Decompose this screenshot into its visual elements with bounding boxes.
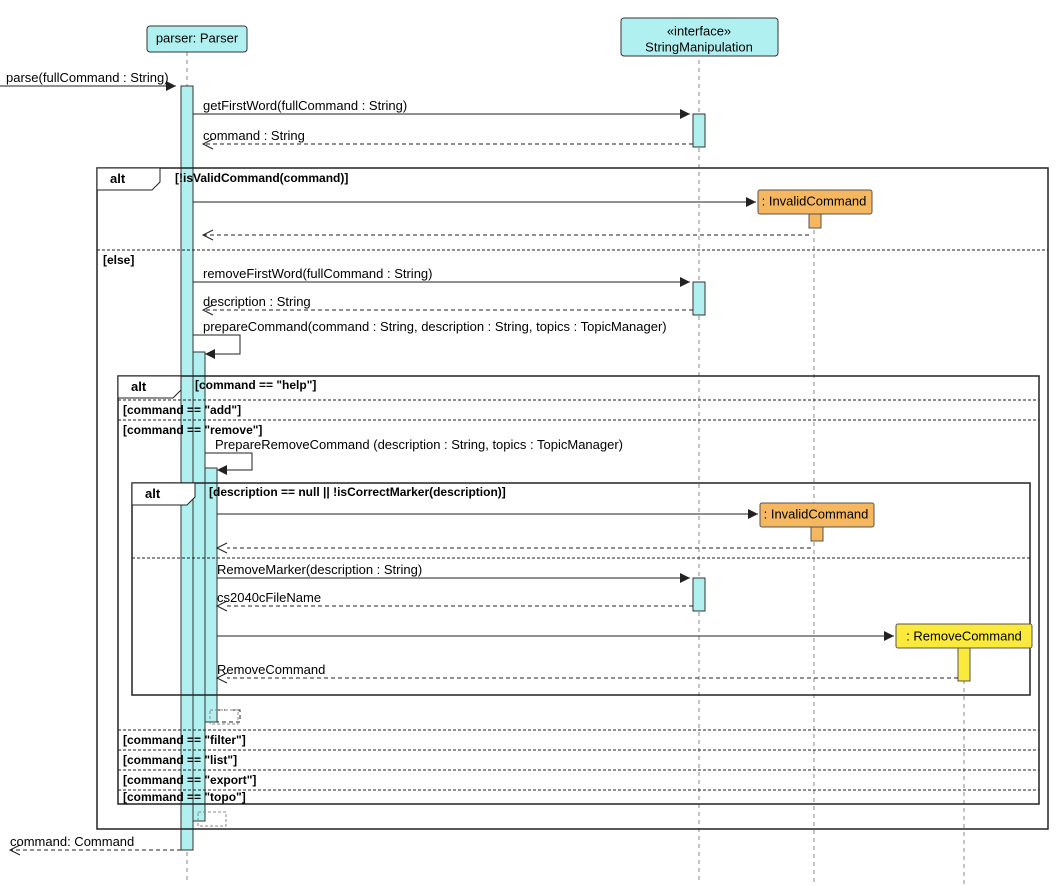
string-act2 (693, 282, 705, 315)
invalid1-act (809, 214, 821, 228)
alt1-g1: [!isValidCommand(command)] (175, 171, 348, 185)
msg-csfile-text: cs2040cFileName (217, 590, 321, 605)
msg-prepare-self (193, 335, 240, 354)
invalidcmd-text1: : InvalidCommand (762, 193, 867, 208)
msg-commandstr-text: command : String (203, 128, 305, 143)
entry-call-text: parse(fullCommand : String) (6, 70, 169, 85)
alt1-g2: [else] (103, 253, 134, 267)
alt2-g5: [command == "list"] (123, 753, 237, 767)
nested2-ret (217, 710, 240, 722)
msg-descstr-text: description : String (203, 294, 311, 309)
string-head-line2: StringManipulation (645, 39, 753, 54)
msg-prepremove-text: PrepareRemoveCommand (description : Stri… (215, 437, 623, 452)
alt3-g1: [description == null || !isCorrectMarker… (209, 485, 506, 499)
msg-getfirst-text: getFirstWord(fullCommand : String) (203, 98, 407, 113)
ret-removecmd-text: RemoveCommand (217, 662, 325, 677)
string-act3 (693, 578, 705, 611)
removecmd-text: : RemoveCommand (906, 628, 1022, 643)
alt2-g6: [command == "export"] (123, 773, 256, 787)
alt2-g2: [command == "add"] (123, 403, 241, 417)
msg-prepare-text: prepareCommand(command : String, descrip… (203, 319, 667, 334)
alt2-label: alt (131, 379, 147, 394)
sequence-diagram: parser: Parser «interface» StringManipul… (0, 0, 1062, 886)
removecmd-act (958, 648, 970, 681)
alt1-tab (97, 168, 160, 190)
alt1-label: alt (110, 171, 126, 186)
parser-head-label: parser: Parser (156, 30, 239, 45)
alt2-g3: [command == "remove"] (123, 423, 262, 437)
invalid2-act (811, 527, 823, 541)
entry-return-text: command: Command (10, 834, 134, 849)
alt2-g7: [command == "topo"] (123, 790, 246, 804)
parser-nested2 (205, 468, 217, 722)
invalidcmd-text2: : InvalidCommand (764, 506, 869, 521)
alt3-label: alt (145, 486, 161, 501)
msg-removemarker-text: RemoveMarker(description : String) (217, 562, 422, 577)
alt2-tab (118, 376, 181, 398)
msg-removefirst-text: removeFirstWord(fullCommand : String) (203, 266, 432, 281)
string-act1 (693, 114, 705, 147)
alt3-tab (132, 483, 195, 505)
alt2-g4: [command == "filter"] (123, 733, 246, 747)
alt2-g1: [command == "help"] (195, 378, 316, 392)
string-head-line1: «interface» (667, 23, 731, 38)
